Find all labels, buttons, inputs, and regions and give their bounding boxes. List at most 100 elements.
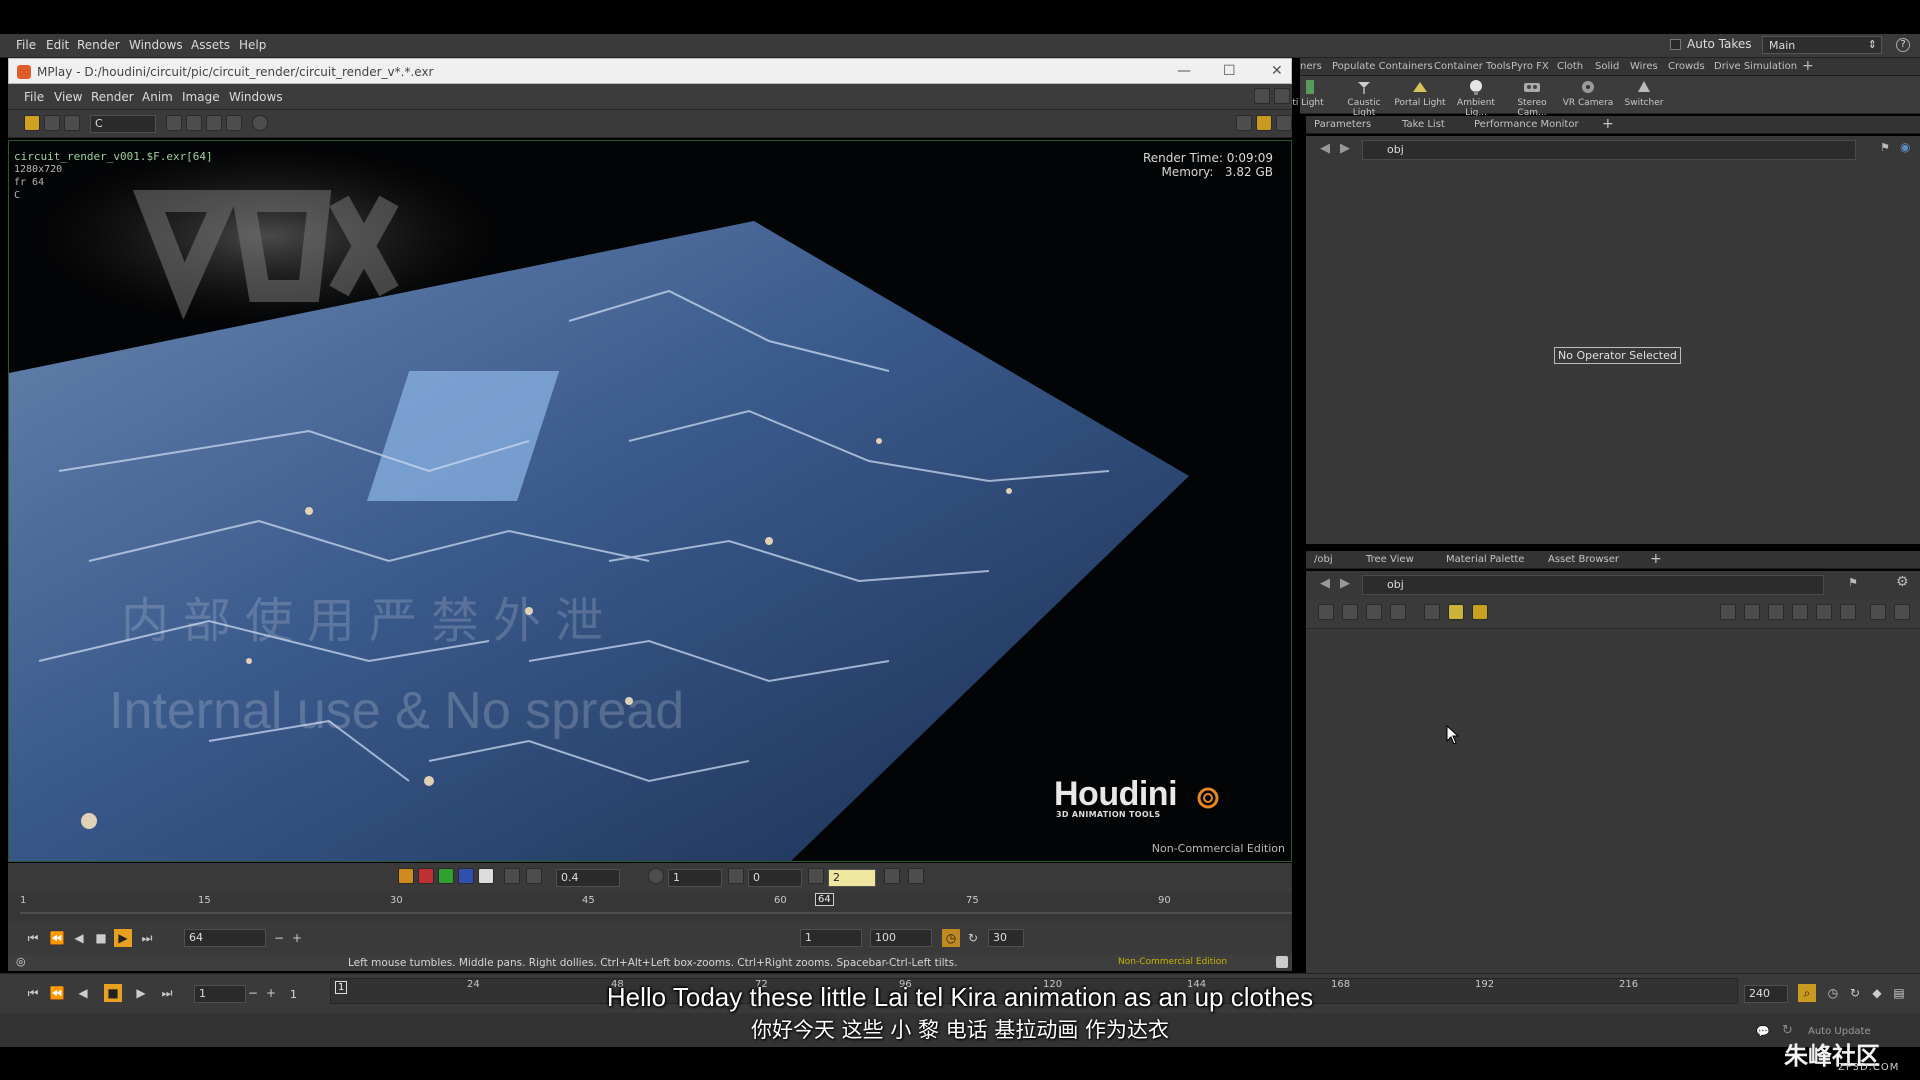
shelf-tab-cloth[interactable]: Cloth [1557,61,1583,72]
shelf-tab-solid[interactable]: Solid [1595,61,1619,72]
realtime-icon[interactable]: ◷ [942,929,960,947]
mplay-menu-anim[interactable]: Anim [142,90,173,104]
shelf-tool-portal-light[interactable]: Portal Light [1392,78,1448,108]
menu-render[interactable]: Render [77,38,120,52]
close-icon[interactable]: ✕ [1271,63,1283,79]
fit-window-icon[interactable] [1254,88,1270,104]
image-icon[interactable] [1424,604,1440,620]
green-channel-icon[interactable] [438,868,454,884]
settings-icon[interactable] [504,868,520,884]
current-frame-marker[interactable]: 64 [815,893,834,906]
align-icon[interactable] [1792,604,1808,620]
mplay-menu-render[interactable]: Render [91,90,134,104]
mplay-frame-field[interactable]: 64 [184,929,266,947]
desktop-select[interactable]: Main ⇕ [1762,36,1882,54]
decrement-icon[interactable]: − [270,929,288,947]
display-icon[interactable] [24,115,40,131]
mplay-menu-view[interactable]: View [54,90,82,104]
snap-icon[interactable] [1816,604,1832,620]
menu-icon[interactable] [64,115,80,131]
increment-icon[interactable]: + [288,929,306,947]
layout-icon[interactable] [1720,604,1736,620]
shelf-tab-populate-containers[interactable]: Populate Containers [1332,61,1433,72]
range-end-field[interactable]: 100 [870,929,932,947]
menu-windows[interactable]: Windows [129,38,183,52]
jump-end-icon[interactable]: ⏭ [138,929,156,947]
shelf-tab[interactable]: ners [1300,61,1322,72]
layout-grid-icon[interactable] [1256,115,1272,131]
note-icon[interactable] [1448,604,1464,620]
back-arrow-icon[interactable]: ◀ [1320,141,1330,156]
shelf-tab-crowds[interactable]: Crowds [1668,61,1705,72]
gear-icon[interactable]: ⚙ [1896,574,1909,590]
pin-icon[interactable]: ⚑ [1880,141,1890,154]
compare-split-icon[interactable] [908,868,924,884]
help-icon[interactable]: ? [1896,38,1910,52]
color-channel-rgb-icon[interactable] [398,868,414,884]
mplay-menu-file[interactable]: File [24,90,44,104]
folder-icon[interactable] [1472,604,1488,620]
brightness-icon[interactable] [526,868,542,884]
shelf-tab-container-tools[interactable]: Container Tools [1434,61,1511,72]
offset-field[interactable]: 0 [748,869,802,887]
shelf-tab-drive-simulation[interactable]: Drive Simulation [1714,61,1797,72]
crosshair-icon[interactable] [226,115,242,131]
menu-assets[interactable]: Assets [191,38,230,52]
tab-performance-monitor[interactable]: Performance Monitor [1474,119,1579,130]
step-back-key-icon[interactable]: ⏪ [48,929,66,947]
info-icon[interactable] [252,115,268,131]
help-link-icon[interactable]: ◉ [1900,140,1910,154]
hand-icon[interactable] [206,115,222,131]
menu-file[interactable]: File [16,38,36,52]
image-viewport[interactable]: 内部使用严禁外泄 Internal use & No spread circui… [8,140,1292,862]
zoom-in-icon[interactable] [166,115,182,131]
shelf-tool-switcher[interactable]: Switcher [1616,78,1672,108]
network-path-field[interactable]: obj [1362,575,1824,595]
contrast-icon[interactable] [648,868,664,884]
maximize-icon[interactable]: ☐ [1223,63,1236,79]
fps-field[interactable]: 30 [988,929,1024,947]
gamma-field[interactable]: 0.4 [556,869,620,887]
auto-takes-checkbox[interactable] [1670,39,1681,50]
histogram-icon[interactable] [884,868,900,884]
compare-icon[interactable] [44,115,60,131]
grid-toggle-icon[interactable] [1840,604,1856,620]
search-icon[interactable] [1870,604,1886,620]
jump-start-icon[interactable]: ⏮ [24,929,42,947]
tab-obj[interactable]: /obj [1314,554,1333,565]
shelf-tool-ambient-light[interactable]: Ambient Lig... [1448,78,1504,118]
tree-icon[interactable] [1318,604,1334,620]
mplay-menu-windows[interactable]: Windows [229,90,283,104]
dots-icon[interactable] [1744,604,1760,620]
channel-select[interactable]: C [90,115,156,133]
lut-field[interactable]: 2 [828,869,876,887]
back-arrow-icon[interactable]: ◀ [1320,576,1330,591]
save-icon[interactable] [1366,604,1382,620]
stop-icon[interactable]: ■ [92,929,110,947]
add-tab-icon[interactable]: + [1802,58,1814,74]
add-pane-tab-icon[interactable]: + [1650,551,1662,567]
tab-asset-browser[interactable]: Asset Browser [1548,554,1619,565]
shelf-tab-pyro-fx[interactable]: Pyro FX [1511,61,1549,72]
shelf-tool-stereo-camera[interactable]: Stereo Cam... [1504,78,1560,118]
alpha-channel-icon[interactable] [478,868,494,884]
layout-single-icon[interactable] [1236,115,1252,131]
loop-icon[interactable]: ↻ [964,929,982,947]
menu-help[interactable]: Help [239,38,266,52]
play-reverse-icon[interactable]: ◀ [70,929,88,947]
offset-icon[interactable] [728,868,744,884]
tab-take-list[interactable]: Take List [1402,119,1445,130]
forward-arrow-icon[interactable]: ▶ [1340,141,1350,156]
red-channel-icon[interactable] [418,868,434,884]
wire-icon[interactable] [1768,604,1784,620]
forward-arrow-icon[interactable]: ▶ [1340,576,1350,591]
snapshot-icon[interactable] [1276,956,1288,968]
network-editor-canvas[interactable] [1306,629,1920,979]
fullscreen-icon[interactable] [1274,88,1290,104]
shelf-tool-vr-camera[interactable]: VR Camera [1560,78,1616,108]
tab-material-palette[interactable]: Material Palette [1446,554,1524,565]
grid-icon[interactable] [1390,604,1406,620]
blue-channel-icon[interactable] [458,868,474,884]
zoom-out-icon[interactable] [186,115,202,131]
pin-icon[interactable]: ⚑ [1848,576,1858,589]
